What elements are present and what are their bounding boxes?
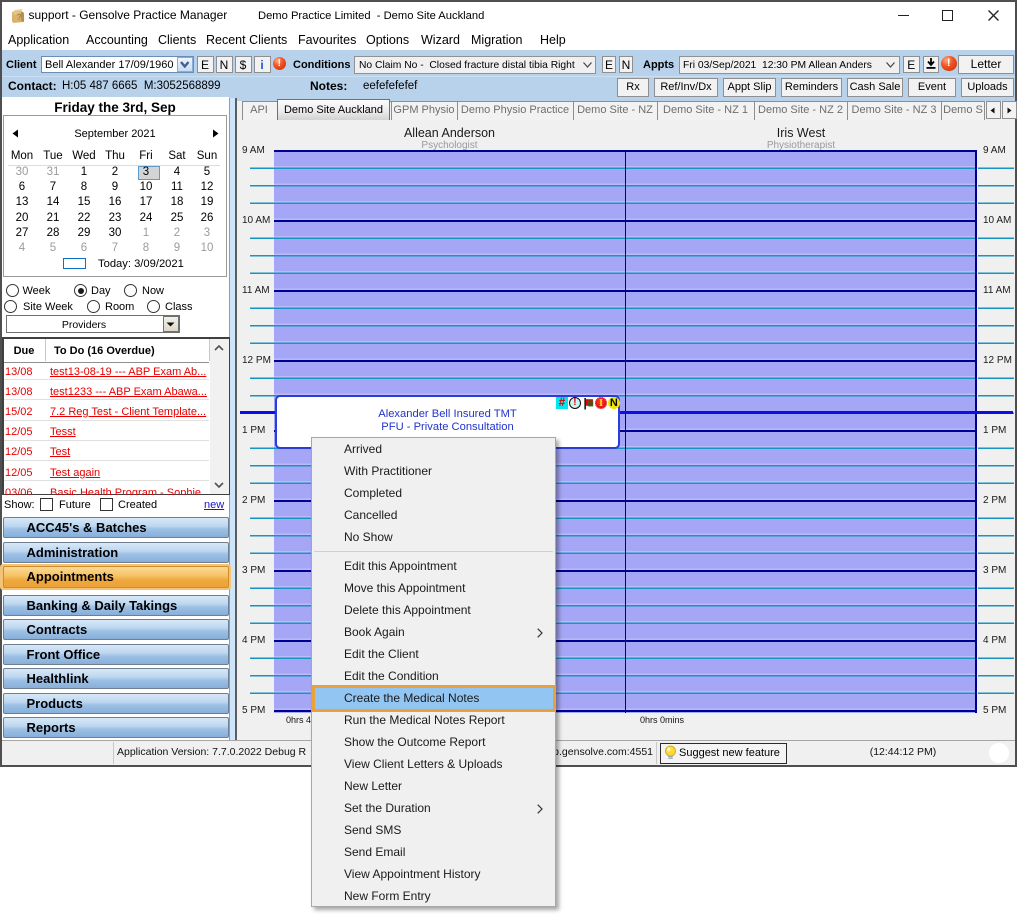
svg-text:?: ? <box>17 12 23 22</box>
